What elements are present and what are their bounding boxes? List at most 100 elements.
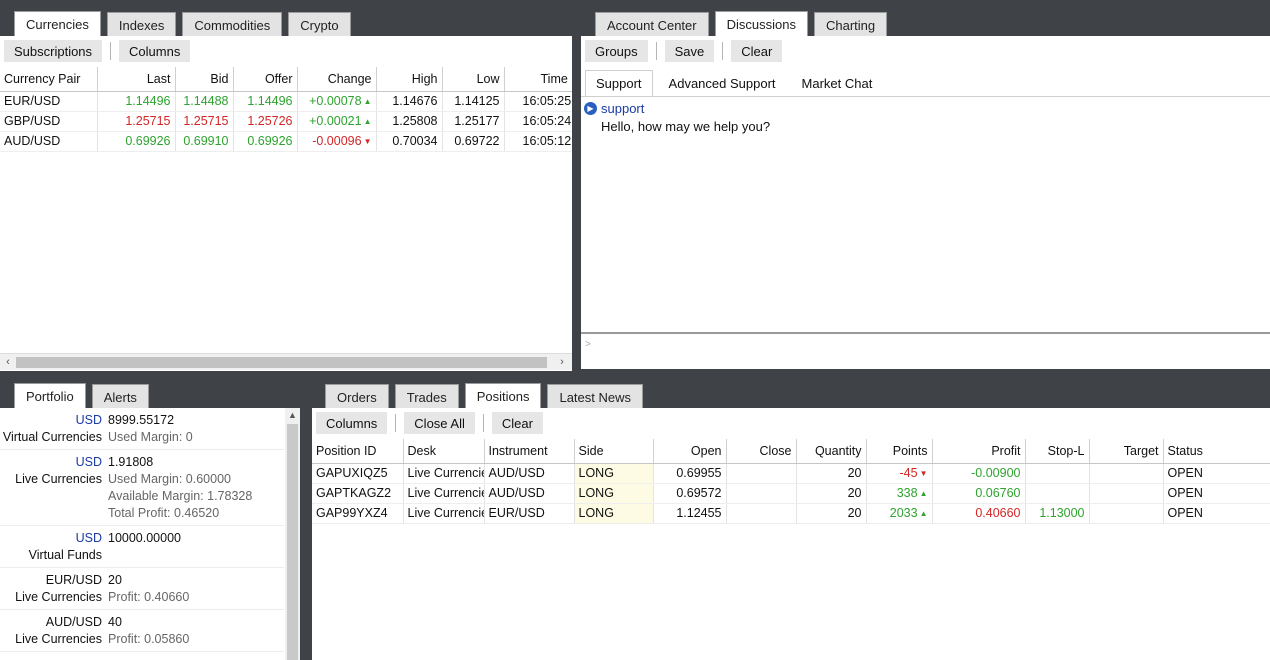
list-item[interactable]: AUD/USD Live Currencies 40 Profit: 0.05860 xyxy=(0,610,284,652)
table-row[interactable]: AUD/USD 0.69926 0.69910 0.69926 -0.00096… xyxy=(0,131,572,152)
tab-portfolio[interactable]: Portfolio xyxy=(14,383,86,409)
toolbar-separator xyxy=(482,414,484,432)
subtab-advanced-support[interactable]: Advanced Support xyxy=(659,70,786,96)
list-item[interactable]: USD Virtual Currencies 8999.55172 Used Mar… xyxy=(0,408,284,450)
clear-button[interactable]: Clear xyxy=(491,412,543,434)
col-quantity[interactable]: Quantity xyxy=(796,439,867,464)
cell-time: 16:05:25 xyxy=(504,91,572,112)
subscriptions-button[interactable]: Subscriptions xyxy=(4,40,103,62)
cell-profit: 0.06760 xyxy=(932,483,1026,504)
table-row[interactable]: GAP99YXZ4 Live Currencies EUR/USD LONG 1… xyxy=(312,503,1270,524)
clear-button[interactable]: Clear xyxy=(731,40,783,62)
discussion-subtabs: Support Advanced Support Market Chat xyxy=(585,68,888,96)
tab-discussions[interactable]: Discussions xyxy=(714,11,808,37)
horizontal-scrollbar[interactable]: ‹ › xyxy=(0,353,572,370)
list-item[interactable]: USD Live Currencies 1.91808 Used Margin: 0… xyxy=(0,450,284,526)
toolbar-separator xyxy=(722,42,724,60)
chat-input[interactable]: > xyxy=(581,332,1270,369)
list-item[interactable]: USD Virtual Funds 10000.00000 xyxy=(0,526,284,568)
col-high[interactable]: High xyxy=(376,67,443,92)
cell-open: 0.69572 xyxy=(653,483,727,504)
col-instrument[interactable]: Instrument xyxy=(484,439,575,464)
portfolio-list: USD Virtual Currencies 8999.55172 Used Mar… xyxy=(0,408,284,652)
table-row[interactable]: GAPTKAGZ2 Live Currencies AUD/USD LONG 0… xyxy=(312,483,1270,504)
scroll-right-icon[interactable]: › xyxy=(556,356,568,368)
positions-grid: Position ID Desk Instrument Side Open Cl… xyxy=(312,439,1270,660)
col-last[interactable]: Last xyxy=(97,67,176,92)
toolbar-separator xyxy=(110,42,112,60)
cell-last: 1.25715 xyxy=(97,111,176,132)
col-side[interactable]: Side xyxy=(574,439,654,464)
col-desk[interactable]: Desk xyxy=(403,439,485,464)
positions-header-row: Position ID Desk Instrument Side Open Cl… xyxy=(312,439,1270,464)
close-all-button[interactable]: Close All xyxy=(404,412,475,434)
cell-profit: 0.40660 xyxy=(932,503,1026,524)
list-item[interactable]: EUR/USD Live Currencies 20 Profit: 0.40660 xyxy=(0,568,284,610)
item-detail: Profit: 0.05860 xyxy=(108,632,190,646)
save-button[interactable]: Save xyxy=(664,40,715,62)
tab-crypto[interactable]: Crypto xyxy=(288,12,351,37)
cell-offer: 1.25726 xyxy=(233,111,298,132)
col-open[interactable]: Open xyxy=(653,439,727,464)
cell-pair: EUR/USD xyxy=(0,91,98,112)
scroll-up-icon[interactable]: ▲ xyxy=(286,409,299,421)
tab-currencies[interactable]: Currencies xyxy=(14,11,101,37)
columns-button[interactable]: Columns xyxy=(316,412,388,434)
subtab-market-chat[interactable]: Market Chat xyxy=(792,70,883,96)
col-stop-loss[interactable]: Stop-L xyxy=(1025,439,1090,464)
cell-quantity: 20 xyxy=(796,503,867,524)
col-low[interactable]: Low xyxy=(442,67,505,92)
col-close[interactable]: Close xyxy=(726,439,797,464)
tab-commodities[interactable]: Commodities xyxy=(182,12,283,37)
col-offer[interactable]: Offer xyxy=(233,67,298,92)
subtab-support[interactable]: Support xyxy=(585,70,653,96)
col-bid[interactable]: Bid xyxy=(175,67,234,92)
item-detail: Used Margin: 0.60000 xyxy=(108,472,231,486)
item-value: 1.91808 xyxy=(108,455,154,469)
tab-indexes[interactable]: Indexes xyxy=(106,12,177,37)
tab-trades[interactable]: Trades xyxy=(394,384,459,409)
cell-close xyxy=(726,503,797,524)
cell-points: -45 xyxy=(866,463,933,484)
item-label: Live Currencies xyxy=(15,632,102,646)
tab-orders[interactable]: Orders xyxy=(325,384,389,409)
account-tabs: Account Center Discussions Charting xyxy=(595,11,893,37)
groups-button[interactable]: Groups xyxy=(585,40,648,62)
vertical-scrollbar[interactable]: ▲ xyxy=(285,408,300,660)
col-currency-pair[interactable]: Currency Pair xyxy=(0,67,98,92)
cell-last: 1.14496 xyxy=(97,91,176,112)
tab-positions[interactable]: Positions xyxy=(464,383,542,409)
cell-position-id: GAPUXIQZ5 xyxy=(312,463,404,484)
cell-bid: 0.69910 xyxy=(175,131,234,152)
input-prompt: > xyxy=(585,339,591,350)
scrollbar-thumb[interactable] xyxy=(16,357,547,368)
col-change[interactable]: Change xyxy=(297,67,377,92)
table-row[interactable]: GAPUXIQZ5 Live Currencies AUD/USD LONG 0… xyxy=(312,463,1270,484)
col-profit[interactable]: Profit xyxy=(932,439,1026,464)
positions-toolbar: Columns Close All Clear xyxy=(316,412,551,434)
columns-button[interactable]: Columns xyxy=(119,40,191,62)
col-position-id[interactable]: Position ID xyxy=(312,439,404,464)
col-time[interactable]: Time xyxy=(504,67,572,92)
scrollbar-thumb[interactable] xyxy=(287,424,298,660)
table-row[interactable]: GBP/USD 1.25715 1.25715 1.25726 +0.00021… xyxy=(0,111,572,132)
tab-alerts[interactable]: Alerts xyxy=(91,384,149,409)
item-value: 20 xyxy=(108,573,122,587)
cell-open: 0.69955 xyxy=(653,463,727,484)
cell-low: 0.69722 xyxy=(442,131,505,152)
col-status[interactable]: Status xyxy=(1163,439,1270,464)
table-row[interactable]: EUR/USD 1.14496 1.14488 1.14496 +0.00078… xyxy=(0,91,572,112)
cell-position-id: GAPTKAGZ2 xyxy=(312,483,404,504)
item-currency: EUR/USD xyxy=(45,573,102,587)
item-currency: USD xyxy=(75,531,102,545)
cell-stop-loss xyxy=(1025,483,1090,504)
scroll-left-icon[interactable]: ‹ xyxy=(2,356,14,368)
col-points[interactable]: Points xyxy=(866,439,933,464)
cell-target xyxy=(1089,463,1164,484)
toolbar-separator xyxy=(395,414,397,432)
cell-close xyxy=(726,463,797,484)
tab-account-center[interactable]: Account Center xyxy=(595,12,709,37)
tab-latest-news[interactable]: Latest News xyxy=(547,384,644,409)
col-target[interactable]: Target xyxy=(1089,439,1164,464)
tab-charting[interactable]: Charting xyxy=(813,12,888,37)
